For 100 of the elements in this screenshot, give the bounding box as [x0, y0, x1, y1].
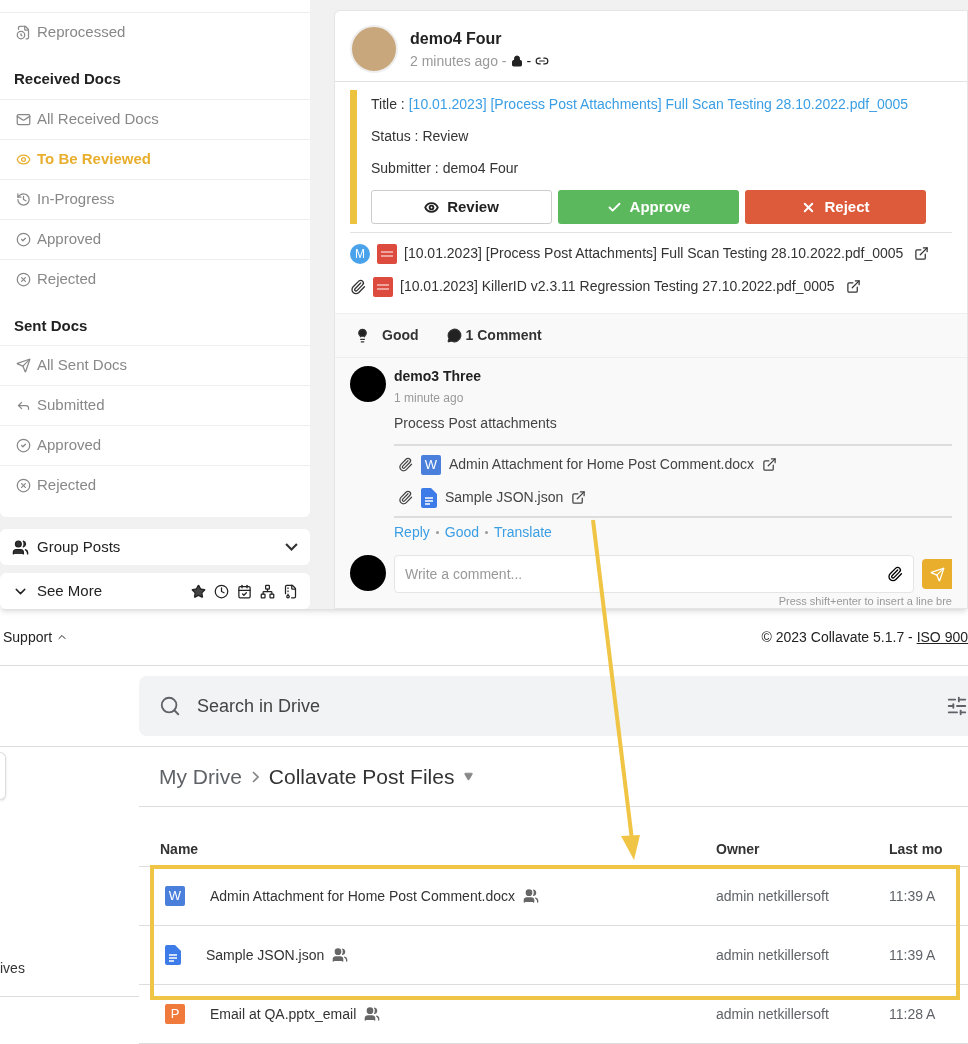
eye-icon	[424, 199, 440, 215]
hierarchy-icon[interactable]	[260, 583, 275, 599]
chevron-icon	[285, 543, 298, 551]
attachment-link[interactable]: [10.01.2023] KillerID v2.3.11 Regression Testing 27.10.2022.pdf_0005	[400, 276, 835, 297]
external-link-icon[interactable]	[762, 457, 777, 472]
file-name[interactable]: Email at QA.pptx_email	[210, 1003, 357, 1025]
pdf-file-icon	[373, 276, 393, 297]
modified-cell-text: 11:39 A	[889, 886, 937, 906]
nav-item[interactable]: ives	[0, 958, 139, 986]
field-value: demo4 Four	[442, 159, 519, 178]
external-link-icon[interactable]	[845, 279, 861, 294]
sidebar-item[interactable]: Reprocessed	[0, 12, 310, 52]
column-header[interactable]: Owner	[716, 839, 889, 860]
breadcrumb-item[interactable]: My Drive	[159, 760, 242, 793]
action-button[interactable]: Reject	[745, 190, 926, 224]
word-file-icon: W	[421, 454, 441, 475]
item-icon	[16, 231, 31, 247]
sidebar-item[interactable]: All Received Docs	[0, 98, 310, 139]
search-icon[interactable]	[159, 695, 181, 717]
file-name[interactable]: Admin Attachment for Home Post Comment.docx	[210, 885, 515, 907]
item-icon	[16, 438, 31, 453]
sidebar-item[interactable]: Rejected	[0, 465, 310, 505]
calendar-icon[interactable]	[237, 583, 252, 599]
sidebar-item[interactable]: Rejected	[0, 258, 310, 299]
search-field[interactable]: Search in Drive	[197, 692, 930, 720]
item-icon	[16, 271, 31, 287]
avatar-photo-placeholder	[350, 25, 398, 73]
sidebar-item[interactable]: Approved	[0, 218, 310, 259]
item-icon	[16, 111, 31, 127]
link-icon[interactable]	[535, 54, 550, 68]
section-heading: Sent Docs	[13, 315, 89, 336]
iso-link[interactable]: ISO 900	[916, 626, 968, 648]
document-file-icon	[421, 487, 437, 508]
dropdown-icon[interactable]	[464, 772, 474, 781]
modified-cell-text: 11:39 A	[889, 945, 937, 965]
dot-separator-icon	[435, 531, 439, 534]
sidebar-item[interactable]: Submitted	[0, 385, 310, 425]
copyright-text: © 2023 Collavate 5.1.7 -	[761, 627, 914, 647]
slides-file-icon: P	[165, 1004, 185, 1024]
zip-file-icon[interactable]	[283, 583, 298, 599]
sidebar-item[interactable]: In-Progress	[0, 178, 310, 219]
separator: -	[526, 51, 532, 71]
attachment-link[interactable]: [10.01.2023] [Process Post Attachments] Full Scan Testing 28.10.2022.pdf_0005	[404, 243, 904, 264]
item-icon	[16, 478, 31, 493]
word-file-icon: W	[165, 886, 185, 906]
group-posts-bar[interactable]: Group Posts	[0, 529, 310, 566]
support-link[interactable]: Support	[3, 626, 53, 648]
external-link-icon[interactable]	[914, 246, 930, 261]
column-header[interactable]: Name	[160, 839, 716, 860]
filter-icon[interactable]	[946, 695, 968, 717]
field-value: Review	[422, 127, 469, 146]
lightbulb-icon	[355, 328, 370, 343]
paperclip-icon	[398, 490, 413, 505]
input-hint: Press shift+enter to insert a line bre	[778, 596, 952, 607]
file-name[interactable]: Sample JSON.json	[206, 944, 325, 966]
attachment-link[interactable]: Sample JSON.json	[445, 487, 564, 508]
star-icon[interactable]	[191, 583, 206, 599]
item-icon	[16, 358, 31, 373]
user-avatar	[350, 555, 386, 591]
author-name[interactable]: demo4 Four	[410, 26, 550, 51]
field-label: Submitter :	[371, 159, 439, 178]
comment-box[interactable]: Write a comment...	[394, 555, 914, 593]
section-heading: Received Docs	[13, 69, 122, 89]
item-icon	[16, 25, 31, 40]
post-time: 2 minutes ago -	[410, 51, 507, 71]
field-label: Title :	[371, 95, 405, 114]
action-button[interactable]: Review	[371, 190, 552, 224]
shared-icon	[364, 1006, 381, 1022]
group-posts-label: Group Posts	[37, 536, 122, 557]
see-more-label: See More	[37, 581, 104, 602]
paperclip-icon	[350, 278, 366, 295]
commenter-avatar	[350, 366, 386, 402]
modified-cell-text: 11:28 A	[889, 1004, 937, 1024]
group-icon	[12, 538, 29, 556]
sidebar-item[interactable]: All Sent Docs	[0, 345, 310, 385]
attachment-link[interactable]: Admin Attachment for Home Post Comment.docx	[449, 454, 754, 475]
dot-separator-icon	[485, 531, 489, 534]
document-file-icon	[165, 945, 181, 965]
paperclip-icon[interactable]	[887, 566, 903, 582]
external-link-icon[interactable]	[571, 490, 587, 505]
paperclip-icon	[398, 457, 413, 472]
comment-count[interactable]: 1 Comment	[465, 325, 542, 346]
breadcrumb-current[interactable]: Collavate Post Files	[268, 760, 455, 793]
reaction-label[interactable]: Good	[382, 325, 419, 346]
clock-icon[interactable]	[214, 583, 229, 599]
comment-text: Process Post attachments	[394, 414, 558, 433]
commenter-name[interactable]: demo3 Three	[394, 366, 952, 387]
sidebar-item[interactable]: Approved	[0, 425, 310, 465]
send-icon	[929, 566, 945, 582]
comment-icon	[446, 328, 462, 343]
column-header[interactable]: Last mo	[889, 839, 968, 860]
shared-icon	[523, 888, 539, 904]
see-more-bar[interactable]: See More	[0, 573, 310, 610]
comment-input-field[interactable]: Write a comment...	[405, 563, 887, 585]
breadcrumb-chevron-icon	[251, 770, 259, 783]
user-initial-badge: M	[350, 243, 370, 264]
field-label: Status :	[371, 127, 419, 146]
search-bar[interactable]: Search in Drive	[139, 676, 968, 736]
shared-icon	[332, 947, 349, 963]
item-icon	[16, 191, 31, 207]
